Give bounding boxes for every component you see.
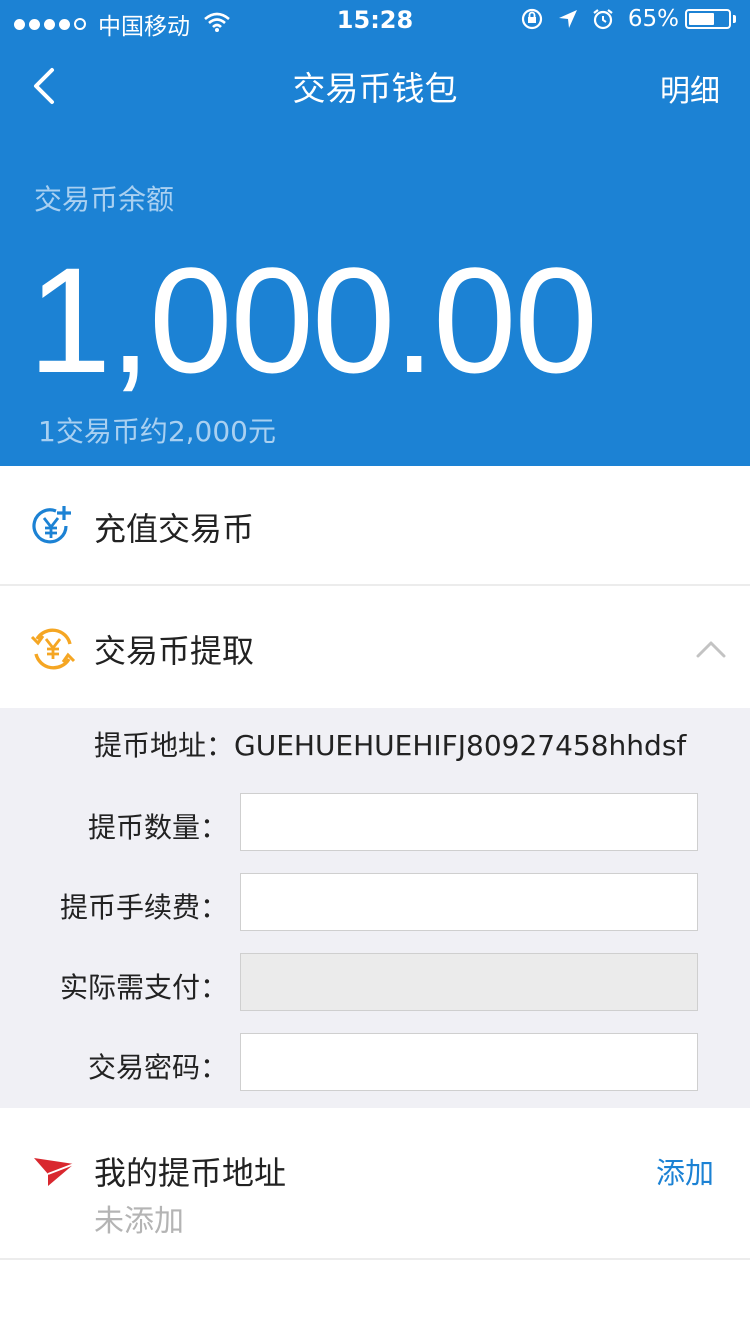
fee-label: 提币手续费： (59, 891, 228, 924)
password-input[interactable] (240, 1033, 698, 1091)
yen-plus-icon (30, 504, 76, 550)
add-address-button[interactable]: 添加 (656, 1150, 714, 1192)
amount-input[interactable] (240, 793, 698, 851)
battery-icon (685, 9, 731, 29)
status-bar: 中国移动 15:28 65% (0, 0, 750, 40)
chevron-up-icon[interactable] (696, 640, 726, 658)
amount-label: 提币数量： (87, 811, 228, 844)
password-label: 交易密码： (87, 1051, 228, 1084)
paper-plane-icon (32, 1152, 76, 1192)
actual-pay-label: 实际需支付： (59, 971, 228, 1004)
actual-pay-input (240, 953, 698, 1011)
withdraw-label: 交易币提取 (94, 632, 255, 670)
wallet-header: 中国移动 15:28 65% 交易币钱包 明细 交易币余额 1,000.00 1… (0, 0, 750, 466)
battery-percent: 65% (627, 6, 679, 32)
fee-input[interactable] (240, 873, 698, 931)
withdraw-row[interactable]: 交易币提取 (0, 588, 750, 708)
exchange-rate: 1交易币约2,000元 (38, 415, 276, 448)
my-address-row: 我的提币地址 未添加 添加 (0, 1108, 750, 1260)
yen-exchange-icon (30, 626, 76, 672)
nav-bar: 交易币钱包 明细 (0, 40, 750, 130)
withdraw-address: 提币地址：GUEHUEHUEHIFJ80927458hhdsf (94, 729, 687, 762)
balance-label: 交易币余额 (34, 183, 175, 216)
rotation-lock-icon (520, 7, 544, 31)
page-title: 交易币钱包 (292, 69, 458, 108)
balance-amount: 1,000.00 (28, 236, 598, 404)
detail-button[interactable]: 明细 (660, 66, 720, 110)
recharge-label: 充值交易币 (94, 510, 255, 548)
location-arrow-icon (558, 9, 578, 29)
my-address-status: 未添加 (94, 1204, 184, 1239)
recharge-row[interactable]: 充值交易币 (0, 466, 750, 586)
alarm-icon (592, 8, 614, 30)
withdraw-form: 提币地址：GUEHUEHUEHIFJ80927458hhdsf 提币数量： 提币… (0, 708, 750, 1108)
my-address-title: 我的提币地址 (94, 1154, 287, 1192)
